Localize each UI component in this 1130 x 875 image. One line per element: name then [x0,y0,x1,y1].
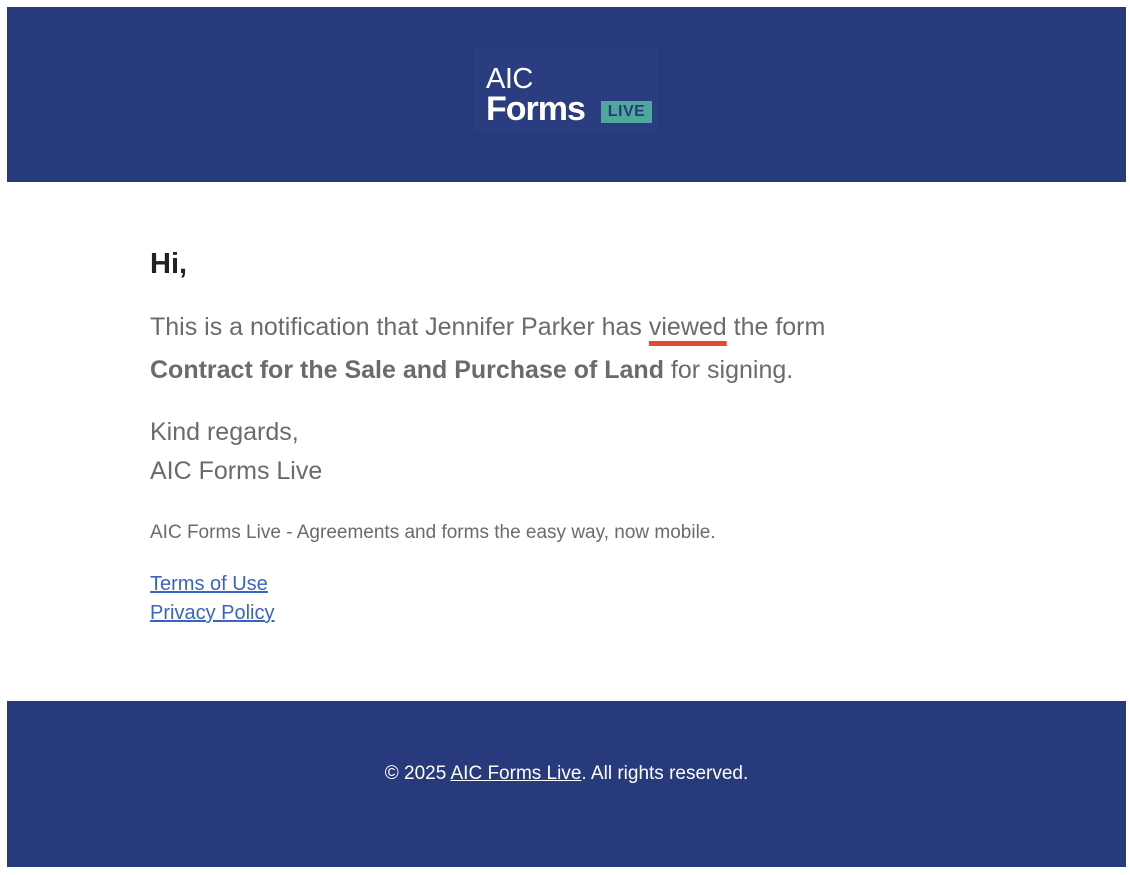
greeting: Hi, [150,248,188,280]
signoff-block: Kind regards, AIC Forms Live [150,413,322,491]
action-word-viewed: viewed [648,313,727,341]
privacy-policy-link[interactable]: Privacy Policy [150,599,274,628]
notification-prefix: This is a notification that Jennifer Par… [150,313,649,341]
notification-text: This is a notification that Jennifer Par… [150,306,825,392]
form-name: Contract for the Sale and Purchase of La… [150,356,664,384]
logo-live-badge: LIVE [601,101,652,123]
aic-forms-live-logo: AIC Forms LIVE [474,47,658,131]
company-link[interactable]: AIC Forms Live [451,763,582,784]
footer-links: Terms of Use Privacy Policy [150,570,274,628]
logo-line2: Forms [486,90,586,128]
email-footer: © 2025 AIC Forms Live. All rights reserv… [7,701,1126,867]
copyright-text: © 2025 AIC Forms Live. All rights reserv… [7,762,1126,786]
copyright-suffix: . All rights reserved. [581,763,749,784]
sender-name: AIC Forms Live [150,457,323,485]
terms-of-use-link[interactable]: Terms of Use [150,570,274,599]
form-suffix: for signing. [663,356,794,384]
email-header: AIC Forms LIVE [7,7,1126,182]
copyright-prefix: © 2025 [384,763,451,784]
email-body: AIC Forms LIVE Hi, This is a notificatio… [7,7,1126,867]
notification-suffix: the form [726,313,826,341]
signoff: Kind regards, [150,418,299,446]
tagline: AIC Forms Live - Agreements and forms th… [150,522,716,543]
